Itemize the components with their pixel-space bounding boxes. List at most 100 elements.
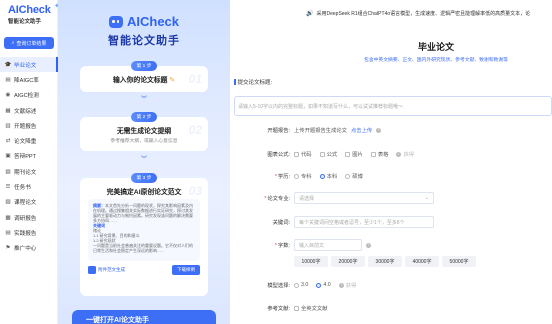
sidebar-item-label: 实践报告 [14, 230, 37, 237]
sidebar-item-label: 课程论文 [14, 200, 37, 207]
page-subtitle: 包含中英文摘要、正文、国内外研究现状、参考文献、致谢和致谢等 [364, 58, 508, 63]
checkbox[interactable] [294, 151, 299, 157]
practice-icon: ▤ [5, 229, 11, 236]
main-form: 毕业论文 包含中英文摘要、正文、国内外研究现状、参考文献、致谢和致谢等 提交论文… [230, 26, 552, 324]
model-option-3[interactable]: 3.0 [294, 282, 308, 288]
degree-option-master[interactable]: 硕博 [345, 172, 363, 180]
download-sample-button[interactable]: 下载样例 [172, 264, 200, 275]
proposal-label: 开题报告: [267, 128, 290, 134]
research-icon: ▩ [5, 214, 11, 221]
sidebar-item-label: 文献综述 [14, 108, 37, 115]
open-assistant-banner[interactable]: 一键打开AI论文助手 [72, 310, 216, 324]
title-field-label: 提交论文标题: [234, 78, 272, 86]
promo-panel: AICheck 智能论文助手 第 1 步 输入你的论文标题 ✎ 01 ︾ 第 2… [58, 0, 230, 324]
sidebar-item-label: 毕业论文 [14, 62, 37, 69]
wordcount-option[interactable]: 50000字 [442, 256, 476, 267]
step-2-badge: 第 2 步 [130, 111, 158, 122]
step-1-badge: 第 1 步 [130, 60, 158, 71]
checkbox[interactable] [294, 305, 299, 311]
sidebar-item-label: 开题报告 [14, 123, 37, 130]
figures-option-table[interactable]: 表格 [370, 150, 388, 158]
task-icon: ☰ [5, 184, 11, 191]
course-icon: ▨ [5, 199, 11, 206]
help-icon[interactable]: ? [366, 242, 371, 248]
degree-option-junior[interactable]: 专科 [294, 172, 312, 180]
figures-option-image[interactable]: 图片 [345, 150, 363, 158]
figures-label: 图表公式: [267, 152, 290, 158]
radio-selected[interactable] [319, 173, 325, 179]
radio[interactable] [294, 282, 299, 288]
wordcount-input[interactable]: 输入目前文 [294, 239, 362, 251]
merge-icon: ⇄ [5, 138, 11, 145]
figures-option-code[interactable]: 代码 [294, 150, 312, 158]
sidebar-item-label: 调研报告 [14, 215, 37, 222]
info-icon: i [396, 151, 402, 157]
step-3-card: 第 3 步 完美搞定AI原创论文范文 03 摘要：本文首先分析一问题的现状，探究… [80, 172, 208, 296]
wordcount-option[interactable]: 40000字 [405, 256, 439, 267]
page-title: 毕业论文 [417, 42, 454, 52]
upload-link[interactable]: 点击上传 [351, 126, 372, 134]
checkbox[interactable] [345, 151, 351, 157]
degree-option-bachelor[interactable]: 本科 [319, 172, 337, 180]
promo-header: AICheck 智能论文助手 [58, 14, 230, 48]
sidebar-item-6[interactable]: ▣ 答辩PPT [0, 149, 58, 164]
wordcount-option[interactable]: 30000字 [368, 256, 402, 267]
model-option-4[interactable]: 4.0 [316, 282, 331, 288]
query-order-label: 查询订单结果 [16, 40, 47, 47]
wordcount-label: *字数: [274, 243, 290, 249]
example-link[interactable]: 附件范文生成 [88, 265, 125, 274]
accent-bar [234, 79, 236, 85]
radio-selected[interactable] [316, 282, 322, 288]
sidebar-nav: 🎓 毕业论文 ▤ 降AIGC率 ◉ AIGC检测 ▦ 文献综述 ▥ 开题报告 ⇄ 论文降重 ▣ 答辩PPT… [0, 57, 58, 256]
query-order-button[interactable]: ⌕ 查询订单结果 [4, 37, 54, 49]
logo-subtitle: 智能论文助手 [8, 19, 42, 25]
wordcount-options-row: 10000字 20000字 30000字 40000字 50000字 [230, 256, 552, 267]
wordcount-option[interactable]: 20000字 [331, 256, 365, 267]
sidebar-item-0[interactable]: 🎓 毕业论文 [0, 57, 58, 73]
sidebar-item-label: 任务书 [14, 185, 31, 192]
sidebar-item-11[interactable]: ▤ 实践报告 [0, 225, 58, 240]
wordcount-input-row: *字数: 输入目前文 ? [230, 239, 552, 251]
step-1-card: 第 1 步 输入你的论文标题 ✎ 01 [80, 60, 208, 92]
checkbox[interactable] [370, 151, 376, 157]
graduation-icon: 🎓 [4, 61, 12, 68]
chevron-down-icon: ⌄ [424, 195, 429, 201]
sidebar-item-2[interactable]: ◉ AIGC检测 [0, 88, 58, 103]
promo-headline: 智能论文助手 [108, 35, 180, 47]
checkbox[interactable] [319, 151, 325, 157]
sidebar-item-9[interactable]: ▨ 课程论文 [0, 195, 58, 210]
journal-icon: ▧ [5, 168, 11, 175]
degree-label: *学历: [274, 174, 290, 180]
sidebar-item-8[interactable]: ☰ 任务书 [0, 179, 58, 194]
sidebar-item-label: 期刊论文 [14, 169, 37, 176]
logo[interactable]: AICheck ✦ 智能论文助手 [8, 3, 60, 25]
sidebar-item-7[interactable]: ▧ 期刊论文 [0, 164, 58, 179]
sidebar-item-label: 推广中心 [14, 246, 37, 253]
keywords-input[interactable]: 每个关键词间空格或者逗号，至少1个，至多8个 [294, 216, 434, 228]
figures-row: 图表公式: 代码 公式 图片 表格 i 获得 [230, 150, 552, 158]
step-1-number: 01 [188, 72, 202, 86]
sidebar-item-1[interactable]: ▤ 降AIGC率 [0, 72, 58, 87]
sidebar-item-label: 答辩PPT [14, 154, 37, 161]
logo-text: AICheck [8, 4, 51, 16]
info-icon: i [338, 282, 344, 288]
radio[interactable] [345, 173, 351, 179]
sidebar-item-label: 降AIGC率 [14, 77, 39, 84]
sidebar-item-4[interactable]: ▥ 开题报告 [0, 118, 58, 133]
wordcount-option[interactable]: 10000字 [294, 256, 328, 267]
major-select[interactable]: 请选择 ⌄ [294, 192, 434, 204]
sidebar-item-12[interactable]: ⚑ 推广中心 [0, 241, 58, 256]
scan-icon: ◉ [5, 92, 11, 99]
figures-option-formula[interactable]: 公式 [319, 150, 337, 158]
sidebar-item-3[interactable]: ▦ 文献综述 [0, 103, 58, 118]
title-input[interactable]: 请输入5-10字以内的完整标题，如果不知道写什么，可以试试推荐标题哦～ [234, 96, 552, 116]
report-icon: ▥ [5, 122, 11, 129]
radio[interactable] [294, 173, 299, 179]
refs-option-english[interactable]: 全英文文献 [294, 304, 328, 312]
sidebar-item-10[interactable]: ▩ 调研报告 [0, 210, 58, 225]
model-label: 模型选择: [267, 283, 290, 289]
keywords-label: 关键词: [272, 220, 290, 226]
sidebar-item-5[interactable]: ⇄ 论文降重 [0, 133, 58, 148]
sidebar-item-label: 论文降重 [14, 139, 37, 146]
help-icon[interactable]: ? [376, 127, 382, 133]
